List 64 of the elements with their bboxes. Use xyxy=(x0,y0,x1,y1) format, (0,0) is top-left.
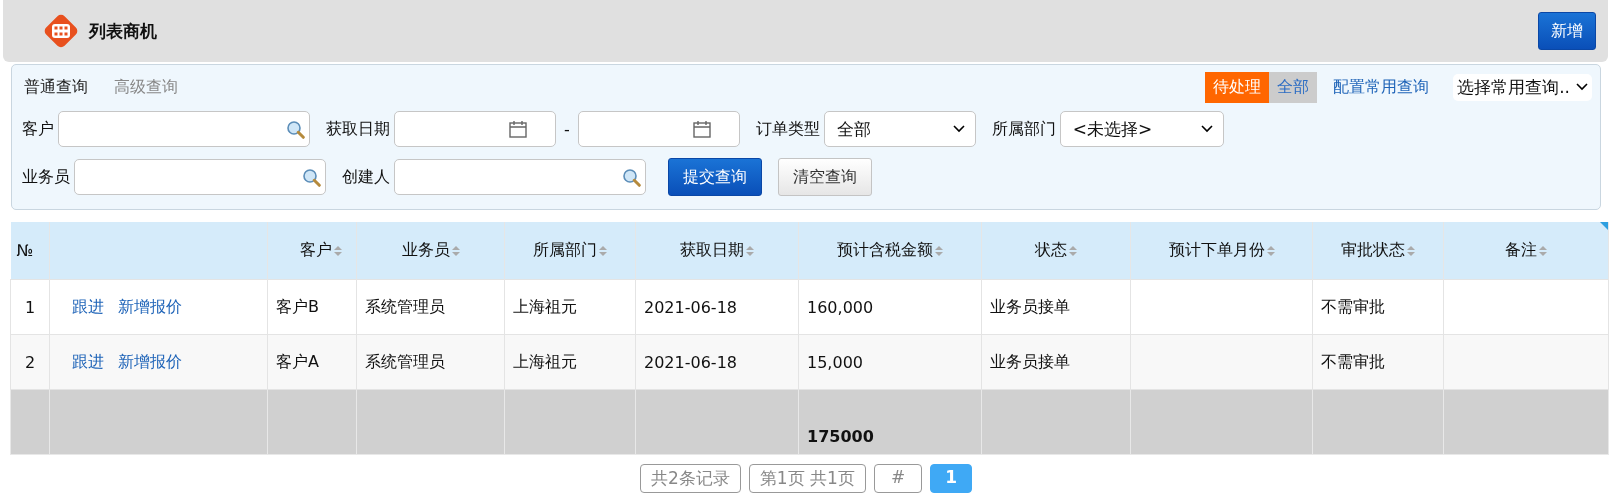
chevron-down-icon xyxy=(1200,125,1213,133)
table-cell: 客户A xyxy=(276,351,319,371)
dropdown-field[interactable]: 全部 xyxy=(823,111,976,147)
input-field[interactable] xyxy=(74,159,326,195)
search-icon xyxy=(286,119,305,139)
calendar-icon xyxy=(692,120,711,138)
table-cell: 系统管理员 xyxy=(365,351,445,371)
date-field[interactable] xyxy=(394,111,556,147)
page-jump-button[interactable]: # xyxy=(873,464,923,493)
page-info: 第1页 共1页 xyxy=(748,464,866,493)
column-header[interactable]: 预计含税金额 xyxy=(837,240,933,259)
field-label: 创建人 xyxy=(342,166,390,188)
date-field[interactable] xyxy=(577,111,740,147)
column-header[interactable]: 获取日期 xyxy=(680,240,744,259)
chevron-down-icon xyxy=(1576,83,1588,91)
field-label: 所属部门 xyxy=(991,118,1056,140)
table-cell: 上海祖元 xyxy=(513,351,577,371)
query-tab[interactable]: 普通查询 xyxy=(24,76,88,98)
action-link[interactable]: 新增报价 xyxy=(118,296,182,316)
table-cell: 不需审批 xyxy=(1321,351,1385,371)
table-cell: 160,000 xyxy=(807,297,874,317)
input-field[interactable] xyxy=(394,159,646,195)
clear-query-button[interactable]: 清空查询 xyxy=(778,158,872,196)
search-icon xyxy=(302,167,321,187)
input-field[interactable] xyxy=(58,111,310,147)
column-header[interactable]: № xyxy=(16,241,34,260)
row-number: 1 xyxy=(24,297,36,317)
action-link[interactable]: 新增报价 xyxy=(118,351,182,371)
chevron-down-icon xyxy=(952,125,965,133)
table-cell: 2021-06-18 xyxy=(644,297,737,317)
column-header[interactable]: 预计下单月份 xyxy=(1168,240,1265,259)
corner-marker-icon xyxy=(1600,222,1608,230)
record-count: 共2条记录 xyxy=(640,464,741,493)
table-cell: 15,000 xyxy=(807,352,863,372)
search-icon xyxy=(622,167,641,187)
calendar-icon xyxy=(509,120,527,138)
table-cell: 客户B xyxy=(276,296,319,316)
range-separator: - xyxy=(564,119,570,139)
column-header[interactable]: 审批状态 xyxy=(1341,240,1405,259)
column-header[interactable]: 客户 xyxy=(300,240,332,259)
table-cell: 系统管理员 xyxy=(365,296,445,316)
column-header[interactable]: 所属部门 xyxy=(533,240,597,259)
field-label: 客户 xyxy=(22,118,54,140)
field-label: 订单类型 xyxy=(755,118,820,140)
total-amount: 175000 xyxy=(807,427,874,446)
table-cell: 业务员接单 xyxy=(990,296,1070,316)
column-header[interactable]: 备注 xyxy=(1505,240,1537,259)
configure-queries-link[interactable]: 配置常用查询 xyxy=(1333,76,1430,98)
dropdown-field[interactable]: <未选择> xyxy=(1059,111,1224,147)
column-header[interactable]: 状态 xyxy=(1035,240,1067,259)
action-link[interactable]: 跟进 xyxy=(72,296,104,316)
submit-query-button[interactable]: 提交查询 xyxy=(668,158,762,196)
add-button[interactable]: 新增 xyxy=(1538,12,1596,50)
field-label: 获取日期 xyxy=(326,118,390,140)
table-cell: 业务员接单 xyxy=(990,351,1070,371)
table-cell: 2021-06-18 xyxy=(644,352,737,372)
page-title: 列表商机 xyxy=(89,19,157,43)
column-header[interactable]: 业务员 xyxy=(401,240,450,259)
table-cell: 上海祖元 xyxy=(513,296,577,316)
saved-query-select[interactable]: 选择常用查询.. xyxy=(1453,73,1592,101)
action-link[interactable]: 跟进 xyxy=(72,351,104,371)
row-number: 2 xyxy=(24,352,36,372)
field-label: 业务员 xyxy=(22,166,70,188)
table-cell: 不需审批 xyxy=(1321,296,1385,316)
